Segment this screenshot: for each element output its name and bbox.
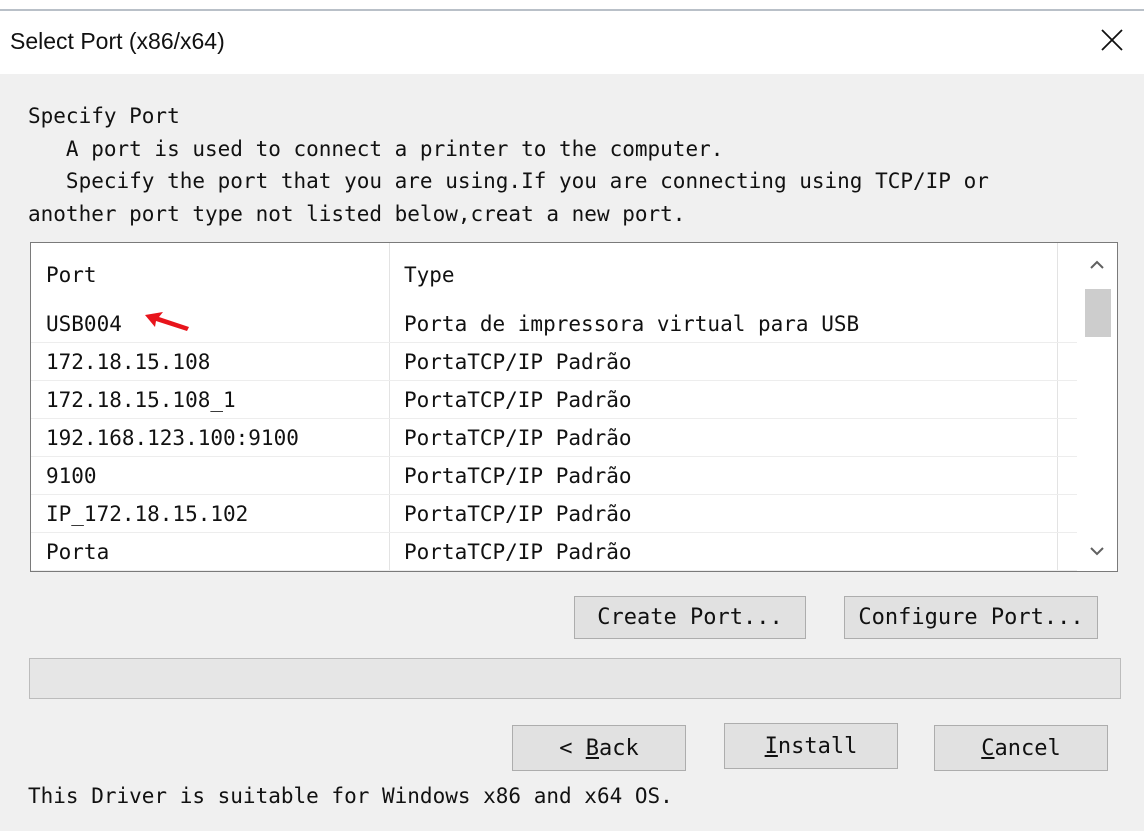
window-top-edge: [0, 0, 1144, 12]
window-top-border: [0, 9, 1144, 11]
port-list-scrollbar[interactable]: [1077, 243, 1117, 571]
description-line-3: another port type not listed below,creat…: [28, 201, 686, 226]
chevron-up-icon: [1090, 260, 1104, 269]
type-cell: PortaTCP/IP Padrão: [390, 495, 1058, 532]
cancel-label-rest: ancel: [994, 735, 1061, 761]
port-row-usb004[interactable]: USB004 Porta de impressora virtual para …: [31, 305, 1077, 343]
install-button[interactable]: Install: [724, 723, 898, 769]
red-arrow-icon: [145, 312, 189, 331]
driver-compatibility-note: This Driver is suitable for Windows x86 …: [28, 784, 673, 808]
select-port-dialog: Select Port (x86/x64) Specify Port A por…: [0, 0, 1144, 831]
type-cell: PortaTCP/IP Padrão: [390, 381, 1058, 418]
port-cell: 192.168.123.100:9100: [31, 419, 390, 456]
back-button[interactable]: < Back: [512, 725, 686, 771]
port-row[interactable]: Porta PortaTCP/IP Padrão: [31, 533, 1077, 571]
cancel-accelerator: C: [981, 735, 995, 761]
close-button[interactable]: [1090, 18, 1134, 62]
port-cell: Porta: [31, 533, 390, 570]
scroll-down-button[interactable]: [1077, 531, 1117, 571]
port-cell: 172.18.15.108: [31, 343, 390, 380]
install-accelerator: I: [764, 733, 778, 759]
port-cell: USB004: [31, 305, 390, 342]
port-list[interactable]: Port Type USB004 Porta de impressora vir…: [30, 242, 1118, 572]
install-progress-bar: [29, 658, 1121, 699]
port-cell: 172.18.15.108_1: [31, 381, 390, 418]
port-list-body: USB004 Porta de impressora virtual para …: [31, 305, 1077, 571]
description-line-1: A port is used to connect a printer to t…: [28, 136, 724, 161]
type-cell: PortaTCP/IP Padrão: [390, 457, 1058, 494]
close-icon: [1101, 29, 1123, 51]
description-line-2: Specify the port that you are using.If y…: [28, 169, 989, 193]
port-row[interactable]: 172.18.15.108_1 PortaTCP/IP Padrão: [31, 381, 1077, 419]
description-heading: Specify Port: [28, 104, 180, 128]
port-row[interactable]: 172.18.15.108 PortaTCP/IP Padrão: [31, 343, 1077, 381]
port-list-header: Port Type: [31, 243, 1077, 305]
scroll-thumb[interactable]: [1085, 289, 1111, 337]
chevron-down-icon: [1090, 547, 1104, 556]
port-row[interactable]: 9100 PortaTCP/IP Padrão: [31, 457, 1077, 495]
window-title: Select Port (x86/x64): [10, 28, 225, 54]
type-cell: PortaTCP/IP Padrão: [390, 419, 1058, 456]
type-cell: Porta de impressora virtual para USB: [390, 305, 1058, 342]
create-port-button[interactable]: Create Port...: [574, 596, 806, 639]
port-cell: IP_172.18.15.102: [31, 495, 390, 532]
description: Specify Port A port is used to connect a…: [28, 100, 989, 230]
type-cell: PortaTCP/IP Padrão: [390, 533, 1058, 570]
port-row[interactable]: 192.168.123.100:9100 PortaTCP/IP Padrão: [31, 419, 1077, 457]
port-cell: 9100: [31, 457, 390, 494]
type-cell: PortaTCP/IP Padrão: [390, 343, 1058, 380]
title-bar: Select Port (x86/x64): [0, 12, 1144, 74]
column-header-type[interactable]: Type: [390, 243, 1058, 305]
cancel-button[interactable]: Cancel: [934, 725, 1108, 771]
back-accelerator: B: [585, 735, 599, 761]
install-label-rest: nstall: [777, 733, 858, 759]
port-name: USB004: [46, 311, 122, 336]
back-label-rest: ack: [599, 735, 639, 761]
scroll-up-button[interactable]: [1077, 245, 1117, 285]
configure-port-button[interactable]: Configure Port...: [844, 596, 1098, 639]
port-row[interactable]: IP_172.18.15.102 PortaTCP/IP Padrão: [31, 495, 1077, 533]
back-prefix: <: [559, 735, 586, 761]
column-header-port[interactable]: Port: [31, 243, 390, 305]
